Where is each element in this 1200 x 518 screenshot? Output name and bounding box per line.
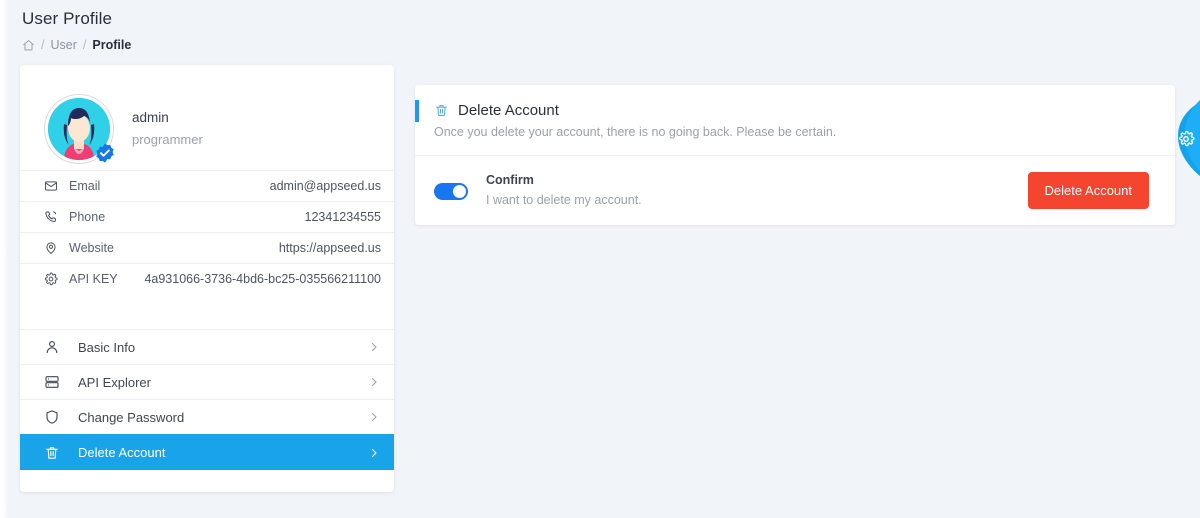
delete-panel-title-text: Delete Account	[458, 102, 559, 119]
info-value-phone: 12341234555	[304, 210, 381, 224]
info-label-api-key: API KEY	[44, 272, 118, 286]
user-icon	[44, 339, 60, 355]
chevron-right-icon	[368, 447, 380, 459]
info-label-text-api-key: API KEY	[69, 272, 118, 286]
delete-panel-header: Delete Account Once you delete your acco…	[415, 85, 1175, 156]
confirm-toggle-knob	[453, 184, 466, 198]
page-title: User Profile	[22, 9, 113, 28]
info-row-website: Website https://appseed.us	[20, 232, 394, 263]
confirm-sublabel: I want to delete my account.	[486, 192, 642, 207]
profile-card: admin programmer Email admin@appseed.us	[20, 65, 394, 492]
avatar	[44, 94, 114, 164]
info-value-website: https://appseed.us	[278, 241, 381, 255]
panel-accent-bar	[415, 100, 419, 122]
profile-header: admin programmer	[20, 65, 394, 170]
info-label-phone: Phone	[44, 210, 105, 224]
info-label-text-phone: Phone	[69, 210, 106, 224]
confirm-text-group: Confirm I want to delete my account.	[486, 171, 642, 210]
chevron-right-icon	[368, 341, 380, 353]
profile-menu: Basic Info API Explorer Change Password …	[20, 329, 394, 470]
menu-item-change-password[interactable]: Change Password	[20, 399, 394, 434]
info-label-email: Email	[44, 179, 100, 193]
breadcrumb: / User / Profile	[22, 38, 131, 52]
mail-icon	[44, 179, 58, 193]
menu-item-label-basic-info: Basic Info	[78, 339, 136, 355]
menu-item-label-delete-account: Delete Account	[78, 445, 166, 460]
info-label-text-email: Email	[69, 179, 101, 193]
info-label-website: Website	[44, 241, 114, 255]
gear-icon	[44, 272, 58, 286]
confirm-label: Confirm	[486, 173, 534, 187]
delete-panel-body: Confirm I want to delete my account. Del…	[415, 156, 1175, 225]
gear-icon[interactable]	[1177, 130, 1195, 148]
info-label-text-website: Website	[69, 241, 114, 255]
shield-icon	[44, 409, 60, 425]
breadcrumb-item-user[interactable]: User	[50, 38, 76, 52]
delete-panel-subtitle: Once you delete your account, there is n…	[434, 125, 837, 139]
home-icon[interactable]	[22, 39, 35, 52]
menu-item-basic-info[interactable]: Basic Info	[20, 329, 394, 364]
breadcrumb-separator-2: /	[82, 38, 87, 52]
delete-account-panel: Delete Account Once you delete your acco…	[415, 85, 1175, 225]
server-icon	[44, 374, 60, 390]
delete-account-button[interactable]: Delete Account	[1027, 171, 1149, 209]
user-name: admin	[132, 110, 169, 126]
delete-panel-title: Delete Account	[434, 102, 1175, 119]
user-role: programmer	[132, 131, 203, 147]
trash-icon	[44, 445, 60, 461]
settings-tab[interactable]	[1158, 100, 1200, 180]
breadcrumb-separator-1: /	[41, 38, 45, 52]
menu-item-api-explorer[interactable]: API Explorer	[20, 364, 394, 399]
info-value-api-key: 4a931066-3736-4bd6-bc25-035566211100	[144, 272, 381, 286]
user-profile-page: User Profile / User / Profile admin prog…	[0, 0, 1200, 518]
menu-item-delete-account[interactable]: Delete Account	[20, 434, 394, 470]
phone-icon	[44, 210, 58, 224]
confirm-toggle[interactable]	[434, 182, 468, 200]
map-pin-icon	[44, 241, 58, 255]
chevron-right-icon	[368, 376, 380, 388]
info-value-email: admin@appseed.us	[269, 179, 381, 193]
info-row-api-key: API KEY 4a931066-3736-4bd6-bc25-03556621…	[20, 263, 394, 294]
menu-item-label-change-password: Change Password	[78, 409, 185, 425]
trash-icon	[434, 103, 449, 118]
page-left-edge	[0, 0, 8, 518]
chevron-right-icon	[368, 411, 380, 423]
info-row-email: Email admin@appseed.us	[20, 170, 394, 201]
menu-item-label-api-explorer: API Explorer	[78, 374, 151, 390]
user-meta: admin programmer	[132, 108, 203, 149]
verified-badge-icon	[94, 142, 116, 164]
info-row-phone: Phone 12341234555	[20, 201, 394, 232]
breadcrumb-item-profile: Profile	[92, 38, 132, 52]
